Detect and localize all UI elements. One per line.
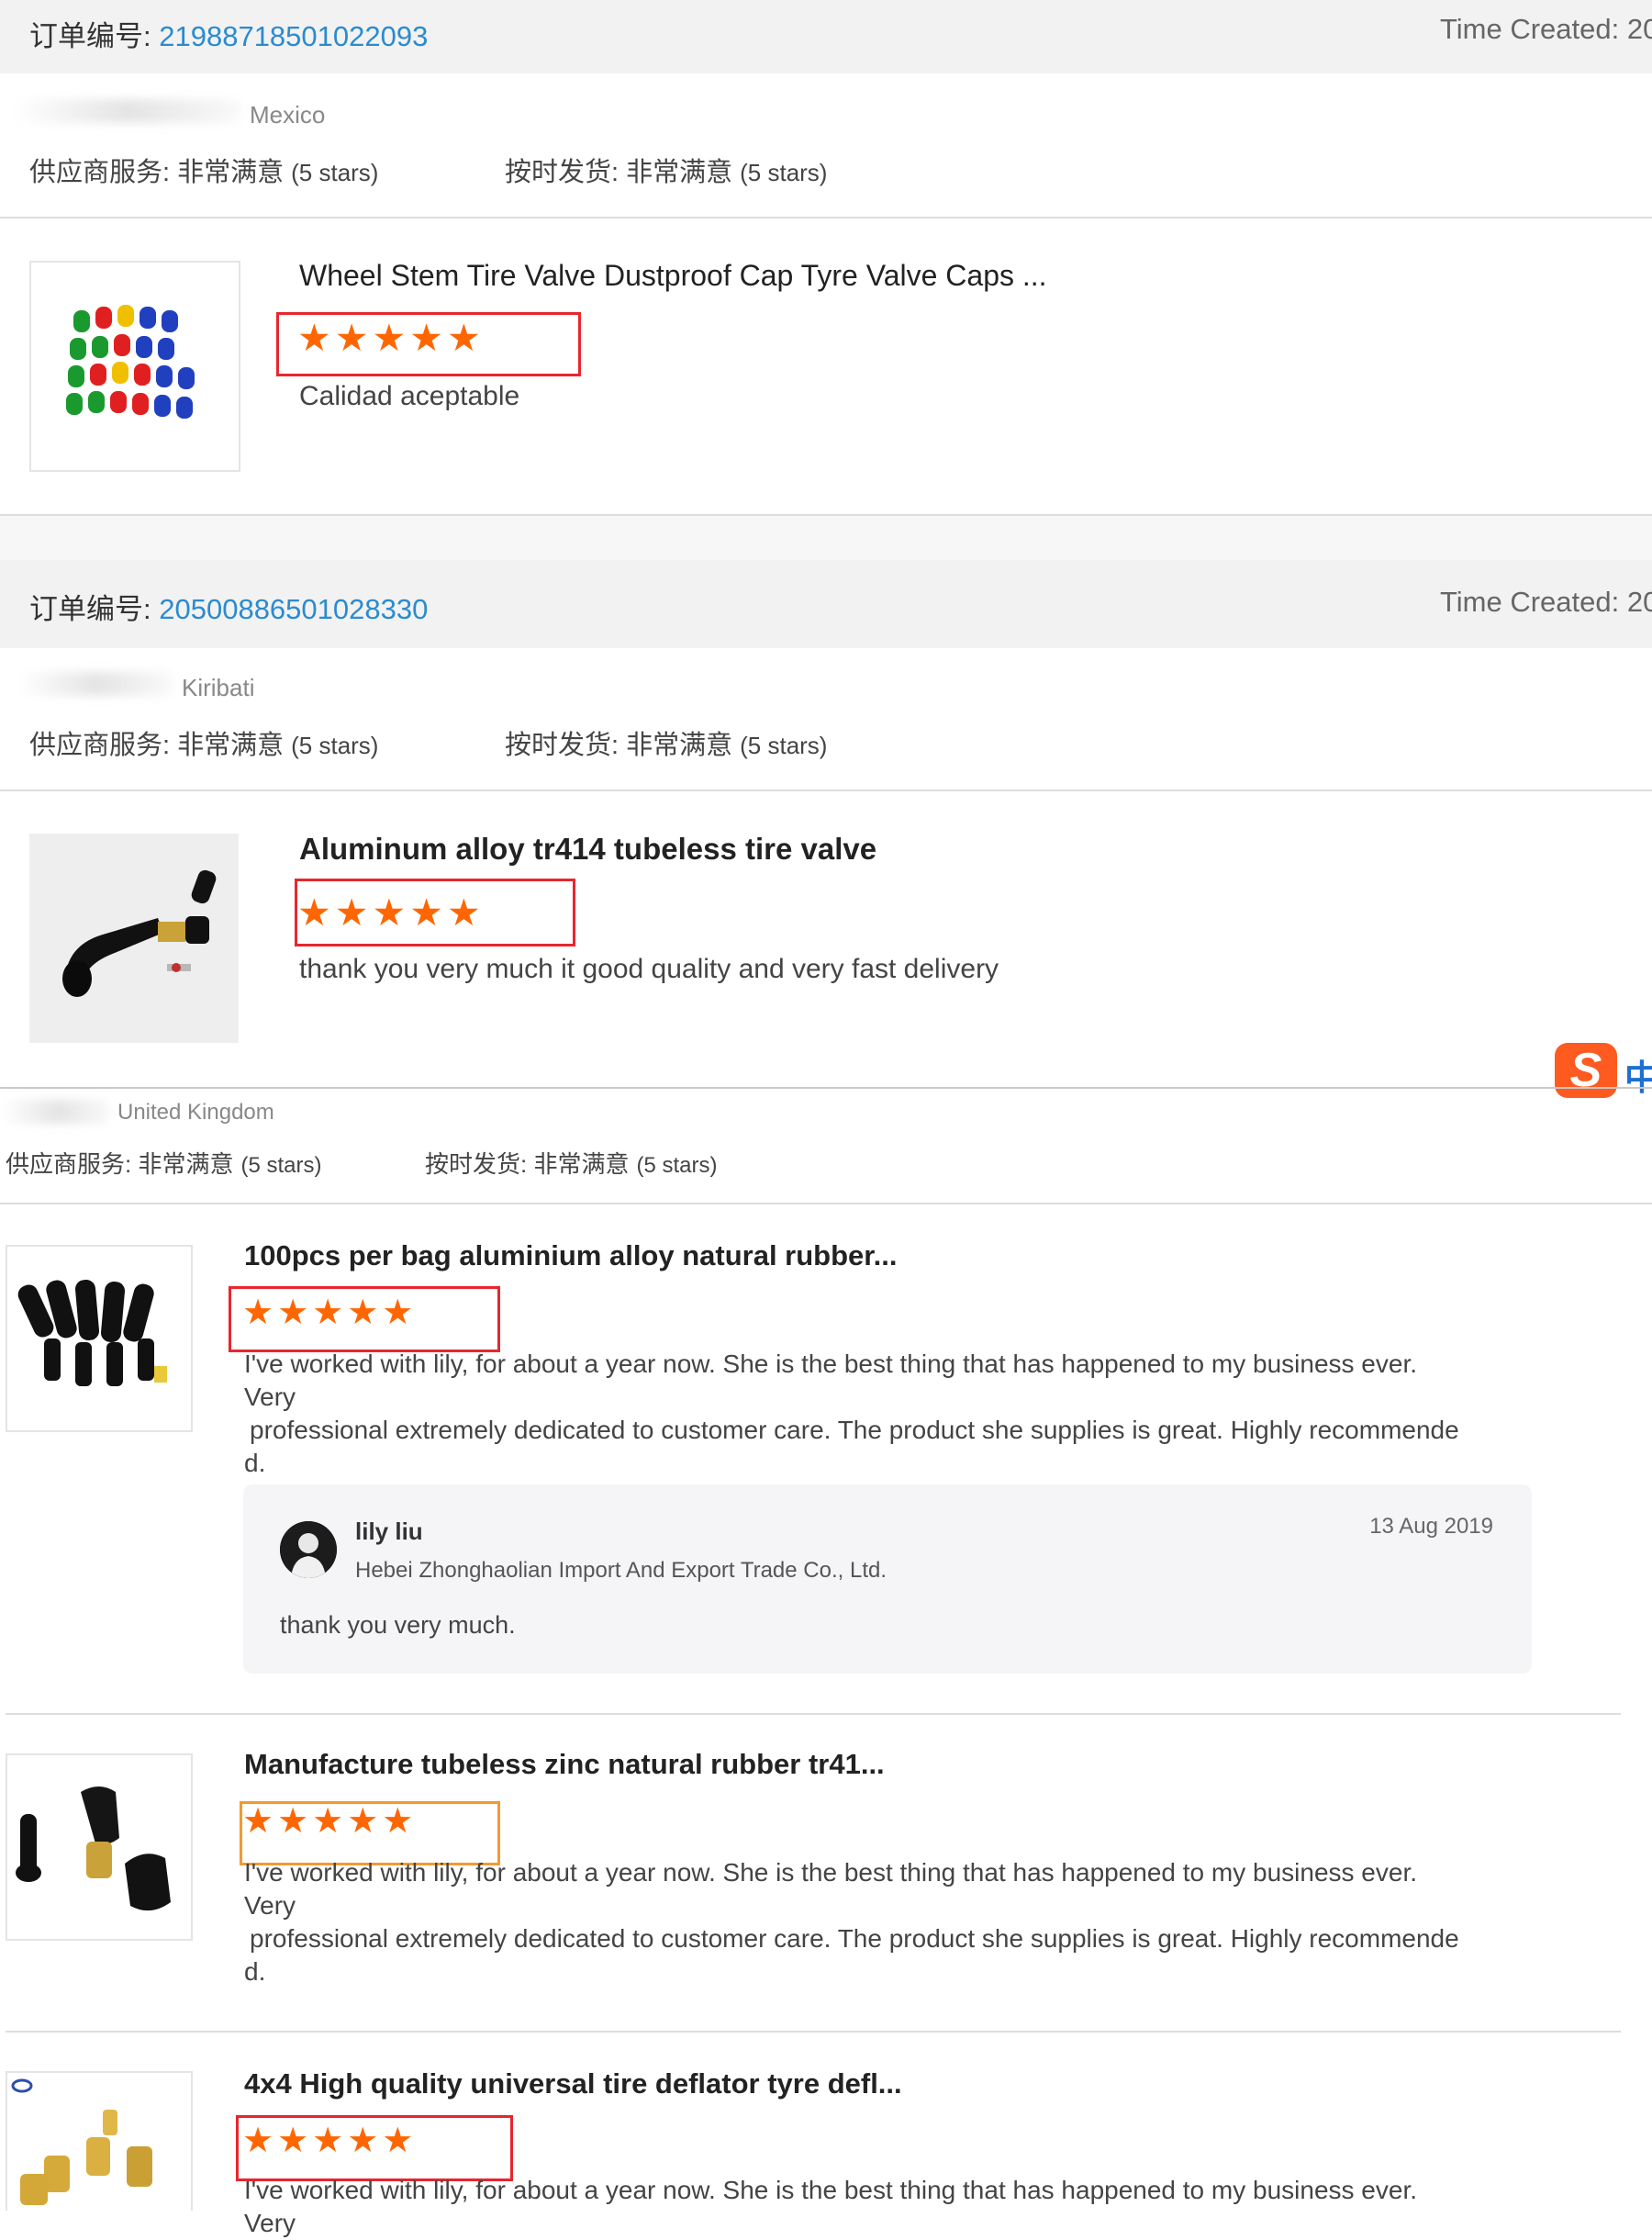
- tire-deflator-image: [7, 2073, 191, 2211]
- order-number-row: 订单编号: 21988718501022093: [29, 13, 428, 54]
- time-created: Time Created: 20: [1440, 586, 1652, 618]
- reply-date: 13 Aug 2019: [1369, 1514, 1493, 1539]
- redacted-buyer-name: [18, 672, 174, 696]
- product-thumbnail[interactable]: [6, 1245, 193, 1432]
- product-thumbnail[interactable]: [29, 261, 240, 472]
- order-header: 订单编号: 20500886501028330 Time Created: 20: [0, 560, 1652, 648]
- order-number-row: 订单编号: 20500886501028330: [29, 586, 428, 627]
- ontime-delivery-text: 按时发货: 非常满意: [505, 158, 733, 187]
- ontime-delivery-stars-text: (5 stars): [636, 1153, 718, 1178]
- review-line: d.: [244, 1957, 266, 1986]
- product-title[interactable]: Wheel Stem Tire Valve Dustproof Cap Tyre…: [299, 259, 1047, 293]
- order-number-label: 订单编号:: [29, 20, 151, 52]
- divider: [6, 1713, 1621, 1715]
- supplier-service-stars-text: (5 stars): [291, 159, 379, 186]
- ontime-delivery-text: 按时发货: 非常满意: [505, 731, 733, 760]
- redacted-buyer-name: [13, 99, 242, 123]
- buyer-country: Kiribati: [182, 674, 255, 701]
- ontime-delivery-rating: 按时发货: 非常满意 (5 stars): [425, 1146, 717, 1180]
- rubber-valves-image: [7, 1247, 191, 1430]
- review-line: I've worked with lily, for about a year …: [244, 2176, 1418, 2237]
- supplier-service-text: 供应商服务: 非常满意: [29, 158, 285, 187]
- highlight-box: [229, 1286, 500, 1352]
- order-separator: [0, 516, 1652, 560]
- product-title[interactable]: 100pcs per bag aluminium alloy natural r…: [244, 1239, 898, 1272]
- buyer-country: Mexico: [250, 101, 326, 129]
- ontime-delivery-stars-text: (5 stars): [740, 732, 828, 759]
- review-line: I've worked with lily, for about a year …: [244, 1350, 1418, 1411]
- product-thumbnail[interactable]: [6, 1753, 193, 1941]
- ontime-delivery-rating: 按时发货: 非常满意 (5 stars): [505, 723, 827, 762]
- order-number-label: 订单编号:: [29, 593, 151, 625]
- supplier-service-rating: 供应商服务: 非常满意 (5 stars): [6, 1146, 321, 1180]
- product-title[interactable]: Aluminum alloy tr414 tubeless tire valve: [299, 832, 876, 867]
- valve-caps-image: [31, 263, 239, 470]
- supplier-service-text: 供应商服务: 非常满意: [29, 731, 285, 760]
- product-thumbnail[interactable]: [29, 834, 239, 1043]
- redacted-buyer-name: [2, 1100, 112, 1124]
- seller-company: Hebei Zhonghaolian Import And Export Tra…: [355, 1558, 887, 1583]
- review-text: Calidad aceptable: [299, 381, 520, 411]
- review-line: d.: [244, 1449, 266, 1477]
- buyer-country: United Kingdom: [117, 1100, 274, 1125]
- order-number-link[interactable]: 20500886501028330: [159, 593, 428, 625]
- highlight-box: [276, 312, 581, 376]
- time-created: Time Created: 20: [1440, 13, 1652, 45]
- supplier-service-rating: 供应商服务: 非常满意 (5 stars): [29, 723, 378, 762]
- review-line: I've worked with lily, for about a year …: [244, 1858, 1418, 1920]
- reply-text: thank you very much.: [280, 1611, 516, 1639]
- review-text: I've worked with lily, for about a year …: [244, 1856, 1474, 1988]
- seller-reply: lily liu Hebei Zhonghaolian Import And E…: [243, 1484, 1532, 1674]
- ime-language-indicator[interactable]: 中: [1624, 1049, 1652, 1100]
- review-line: professional extremely dedicated to cust…: [250, 1416, 1459, 1444]
- ontime-delivery-rating: 按时发货: 非常满意 (5 stars): [505, 151, 827, 189]
- highlight-box: [295, 879, 575, 946]
- divider: [6, 2031, 1621, 2033]
- zinc-valve-image: [7, 1755, 191, 1939]
- product-title[interactable]: 4x4 High quality universal tire deflator…: [244, 2067, 902, 2100]
- avatar-icon: [280, 1521, 337, 1578]
- review-text: I've worked with lily, for about a year …: [244, 1348, 1474, 1480]
- supplier-service-stars-text: (5 stars): [240, 1153, 322, 1178]
- sogou-ime-logo-icon[interactable]: S: [1555, 1043, 1617, 1098]
- product-thumbnail[interactable]: [6, 2071, 193, 2211]
- supplier-service-text: 供应商服务: 非常满意: [6, 1150, 234, 1178]
- order-number-link[interactable]: 21988718501022093: [159, 20, 428, 52]
- divider: [0, 1203, 1652, 1204]
- supplier-service-rating: 供应商服务: 非常满意 (5 stars): [29, 151, 378, 189]
- divider: [0, 790, 1652, 791]
- supplier-service-stars-text: (5 stars): [291, 732, 379, 759]
- ontime-delivery-stars-text: (5 stars): [740, 159, 828, 186]
- seller-name: lily liu: [355, 1518, 423, 1545]
- divider: [0, 1087, 1652, 1089]
- order-header: 订单编号: 21988718501022093 Time Created: 20: [0, 0, 1652, 73]
- ontime-delivery-text: 按时发货: 非常满意: [425, 1150, 630, 1178]
- review-text: thank you very much it good quality and …: [299, 954, 999, 984]
- seller-avatar: [280, 1521, 337, 1578]
- product-title[interactable]: Manufacture tubeless zinc natural rubber…: [244, 1748, 885, 1781]
- highlight-box: [236, 2115, 513, 2181]
- divider: [0, 217, 1652, 218]
- review-text: I've worked with lily, for about a year …: [244, 2174, 1474, 2240]
- review-line: professional extremely dedicated to cust…: [250, 1924, 1459, 1953]
- tire-valve-image: [29, 834, 239, 1043]
